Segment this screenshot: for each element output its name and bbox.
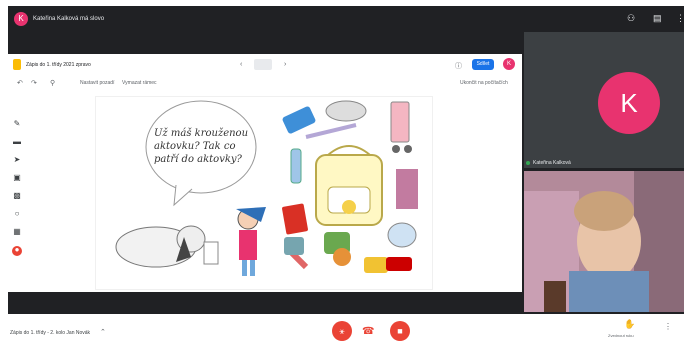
board-illustrations: [115, 100, 418, 276]
redo-icon[interactable]: ↷: [31, 79, 37, 87]
select-icon[interactable]: ➤: [13, 156, 21, 164]
more-icon[interactable]: ⋮: [676, 13, 684, 24]
user-avatar[interactable]: K: [503, 58, 515, 70]
set-background-button[interactable]: Nastavit pozadí: [80, 80, 114, 86]
toy-car-drawing: [386, 257, 412, 271]
tool-palette: ✎ ▬ ➤ ▣ ▩ ○ ▦ ●: [10, 120, 24, 260]
pencil-case-drawing: [282, 106, 316, 134]
participant-video: [524, 171, 684, 312]
speaking-indicator-icon: [526, 161, 530, 165]
camera-off-icon: ■: [397, 326, 403, 336]
end-call-button[interactable]: ☎: [362, 326, 374, 337]
pen-icon[interactable]: ✎: [13, 120, 21, 128]
mic-off-icon: ⚹: [339, 326, 345, 336]
chat-icon[interactable]: ▤: [653, 13, 662, 24]
participant-name: Kateřina Kalková: [533, 160, 571, 166]
meeting-title[interactable]: Zápis do 1. třídy - 2. kolo Jan Novák: [10, 330, 90, 336]
prev-frame-icon[interactable]: ‹: [240, 61, 242, 68]
chevron-up-icon[interactable]: ⌃: [100, 328, 106, 336]
zoom-icon[interactable]: ⚲: [50, 79, 55, 87]
share-button[interactable]: Sdílet: [472, 59, 494, 70]
frame-thumbnail[interactable]: [254, 59, 272, 70]
end-on-devices-button[interactable]: Ukončit na počítačích: [460, 80, 508, 86]
top-bar: [8, 6, 684, 32]
sticky-note-icon[interactable]: ▣: [13, 174, 21, 182]
undo-icon[interactable]: ↶: [17, 79, 23, 87]
image-icon[interactable]: ▩: [13, 192, 21, 200]
next-frame-icon[interactable]: ›: [284, 61, 286, 68]
jamboard-logo-icon: [13, 59, 21, 70]
book-drawing: [282, 203, 308, 235]
jamboard-canvas[interactable]: Už máš krouženou aktovku? Tak co patří d…: [95, 96, 433, 290]
laser-icon[interactable]: ●: [12, 246, 22, 256]
presenter-label: Kateřina Kalková má slovo: [33, 16, 105, 22]
text-box-icon[interactable]: ▦: [13, 228, 21, 236]
raise-hand-label[interactable]: Zvednout ruku: [608, 333, 634, 338]
presenter-avatar: K: [14, 12, 28, 26]
fishbowl-drawing: [387, 222, 417, 248]
mic-off-button[interactable]: ⚹: [332, 321, 352, 341]
shape-icon[interactable]: ○: [13, 210, 21, 218]
crayons-drawing: [396, 169, 418, 209]
camera-off-button[interactable]: ■: [390, 321, 410, 341]
stroller-drawing: [390, 101, 410, 143]
bottle-drawing: [290, 148, 302, 184]
participant-avatar: K: [598, 72, 660, 134]
people-icon[interactable]: ⚇: [627, 13, 635, 24]
raise-hand-icon[interactable]: ✋: [624, 319, 635, 330]
speech-bubble-text: Už máš krouženou aktovku? Tak co patří d…: [154, 128, 249, 165]
toy-dog-drawing: [325, 100, 367, 122]
phone-hangup-icon: ☎: [362, 326, 375, 337]
more-options-icon[interactable]: ⋮: [664, 322, 672, 331]
info-icon[interactable]: ⓘ: [455, 61, 462, 71]
participant-video-tile[interactable]: [524, 171, 684, 312]
clear-frame-button[interactable]: Vymazat rámec: [122, 80, 157, 86]
jamboard-title[interactable]: Zápis do 1. třídy 2021 zpravo: [26, 62, 91, 68]
eraser-icon[interactable]: ▬: [13, 138, 21, 146]
